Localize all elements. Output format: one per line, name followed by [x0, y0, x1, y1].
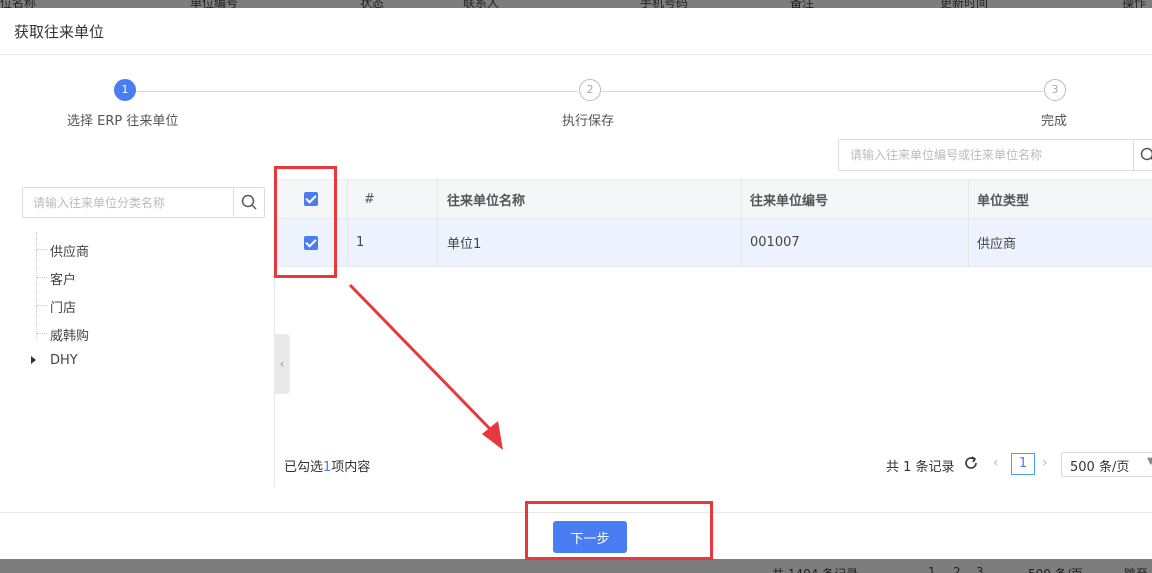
- partner-search-button[interactable]: [1133, 140, 1152, 170]
- annotation-checkbox-highlight: [274, 166, 337, 278]
- bg-header-cell: 联系人: [463, 0, 500, 8]
- bg-pager-page[interactable]: 1: [928, 565, 936, 573]
- tree-node-supplier[interactable]: 供应商: [36, 241, 89, 260]
- step-connector: [602, 91, 1043, 92]
- header-partner-code[interactable]: 往来单位编号: [750, 180, 828, 218]
- tree-node-customer[interactable]: 客户: [36, 269, 76, 288]
- bg-header-cell: 备注: [790, 0, 815, 8]
- chevron-left-icon: ‹: [279, 357, 285, 371]
- step-2-icon: 2: [579, 79, 601, 101]
- bg-header-cell: 状态: [360, 0, 385, 8]
- step-3-icon: 3: [1044, 79, 1066, 101]
- tree-node-weihangou[interactable]: 威韩购: [36, 325, 89, 344]
- tree-node-dhy[interactable]: DHY: [50, 353, 78, 368]
- step-3-label: 完成: [1041, 114, 1068, 129]
- row-index: 1: [356, 235, 365, 250]
- step-1-icon: 1: [114, 79, 136, 101]
- partner-search-input[interactable]: [839, 140, 1129, 170]
- header-index: #: [364, 191, 375, 207]
- table-header: # 往来单位名称 往来单位编号 单位类型: [275, 179, 1152, 219]
- partner-table: # 往来单位名称 往来单位编号 单位类型 1 单位1 001007 供应商: [275, 179, 1152, 267]
- bg-header-cell: 手机号码: [640, 0, 689, 8]
- row-partner-type: 供应商: [977, 237, 1017, 252]
- selection-summary: 已勾选1项内容: [284, 456, 370, 475]
- bg-pager-page[interactable]: 3: [976, 565, 984, 573]
- pager-current-page[interactable]: 1: [1011, 453, 1035, 475]
- search-icon: [241, 194, 257, 210]
- pager-next-button[interactable]: ›: [1042, 455, 1048, 471]
- pager-prev-button[interactable]: ‹: [993, 455, 999, 471]
- table-row[interactable]: 1 单位1 001007 供应商: [275, 219, 1152, 267]
- category-search-input[interactable]: [23, 188, 233, 217]
- pager-total: 共 1 条记录: [886, 460, 955, 475]
- annotation-button-highlight: [525, 501, 713, 560]
- selection-suffix: 项内容: [331, 460, 371, 475]
- page-size-value: 500 条/页: [1070, 460, 1130, 475]
- selection-prefix: 已勾选: [284, 460, 324, 475]
- row-partner-code: 001007: [750, 235, 800, 250]
- tree-node-store[interactable]: 门店: [36, 297, 76, 316]
- bg-header-cell: 位名称: [0, 0, 37, 8]
- partner-search: [838, 139, 1152, 171]
- bg-header-cell: 操作: [1122, 0, 1147, 8]
- step-1-label: 选择 ERP 往来单位: [67, 114, 179, 129]
- row-partner-name: 单位1: [447, 237, 482, 252]
- bg-pager-page[interactable]: 2: [953, 565, 961, 573]
- refresh-icon[interactable]: [963, 455, 979, 471]
- header-partner-name[interactable]: 往来单位名称: [447, 180, 525, 218]
- background-table-header: 位名称 单位编号 状态 联系人 手机号码 备注 更新时间 操作: [0, 0, 1152, 8]
- bg-header-cell: 单位编号: [190, 0, 239, 8]
- category-search-button[interactable]: [233, 188, 264, 217]
- search-icon: [1140, 147, 1152, 161]
- header-partner-type[interactable]: 单位类型: [977, 180, 1029, 218]
- step-connector: [137, 91, 578, 92]
- dialog-title: 获取往来单位: [0, 8, 1152, 55]
- background-pager: 共 1404 条记录 1 2 3 500 条/页 跳至: [0, 559, 1152, 573]
- bg-pager-jump: 跳至: [1124, 565, 1148, 573]
- chevron-down-icon: ▼: [1147, 456, 1152, 467]
- bg-pager-total: 共 1404 条记录: [772, 565, 858, 573]
- bg-header-cell: 更新时间: [940, 0, 989, 8]
- page-size-select[interactable]: 500 条/页 ▼: [1061, 452, 1152, 477]
- bg-pager-size[interactable]: 500 条/页: [1028, 565, 1083, 573]
- step-2-label: 执行保存: [562, 114, 615, 129]
- caret-right-icon[interactable]: [31, 356, 36, 364]
- collapse-panel-button[interactable]: ‹: [274, 334, 290, 394]
- category-search: [22, 187, 265, 218]
